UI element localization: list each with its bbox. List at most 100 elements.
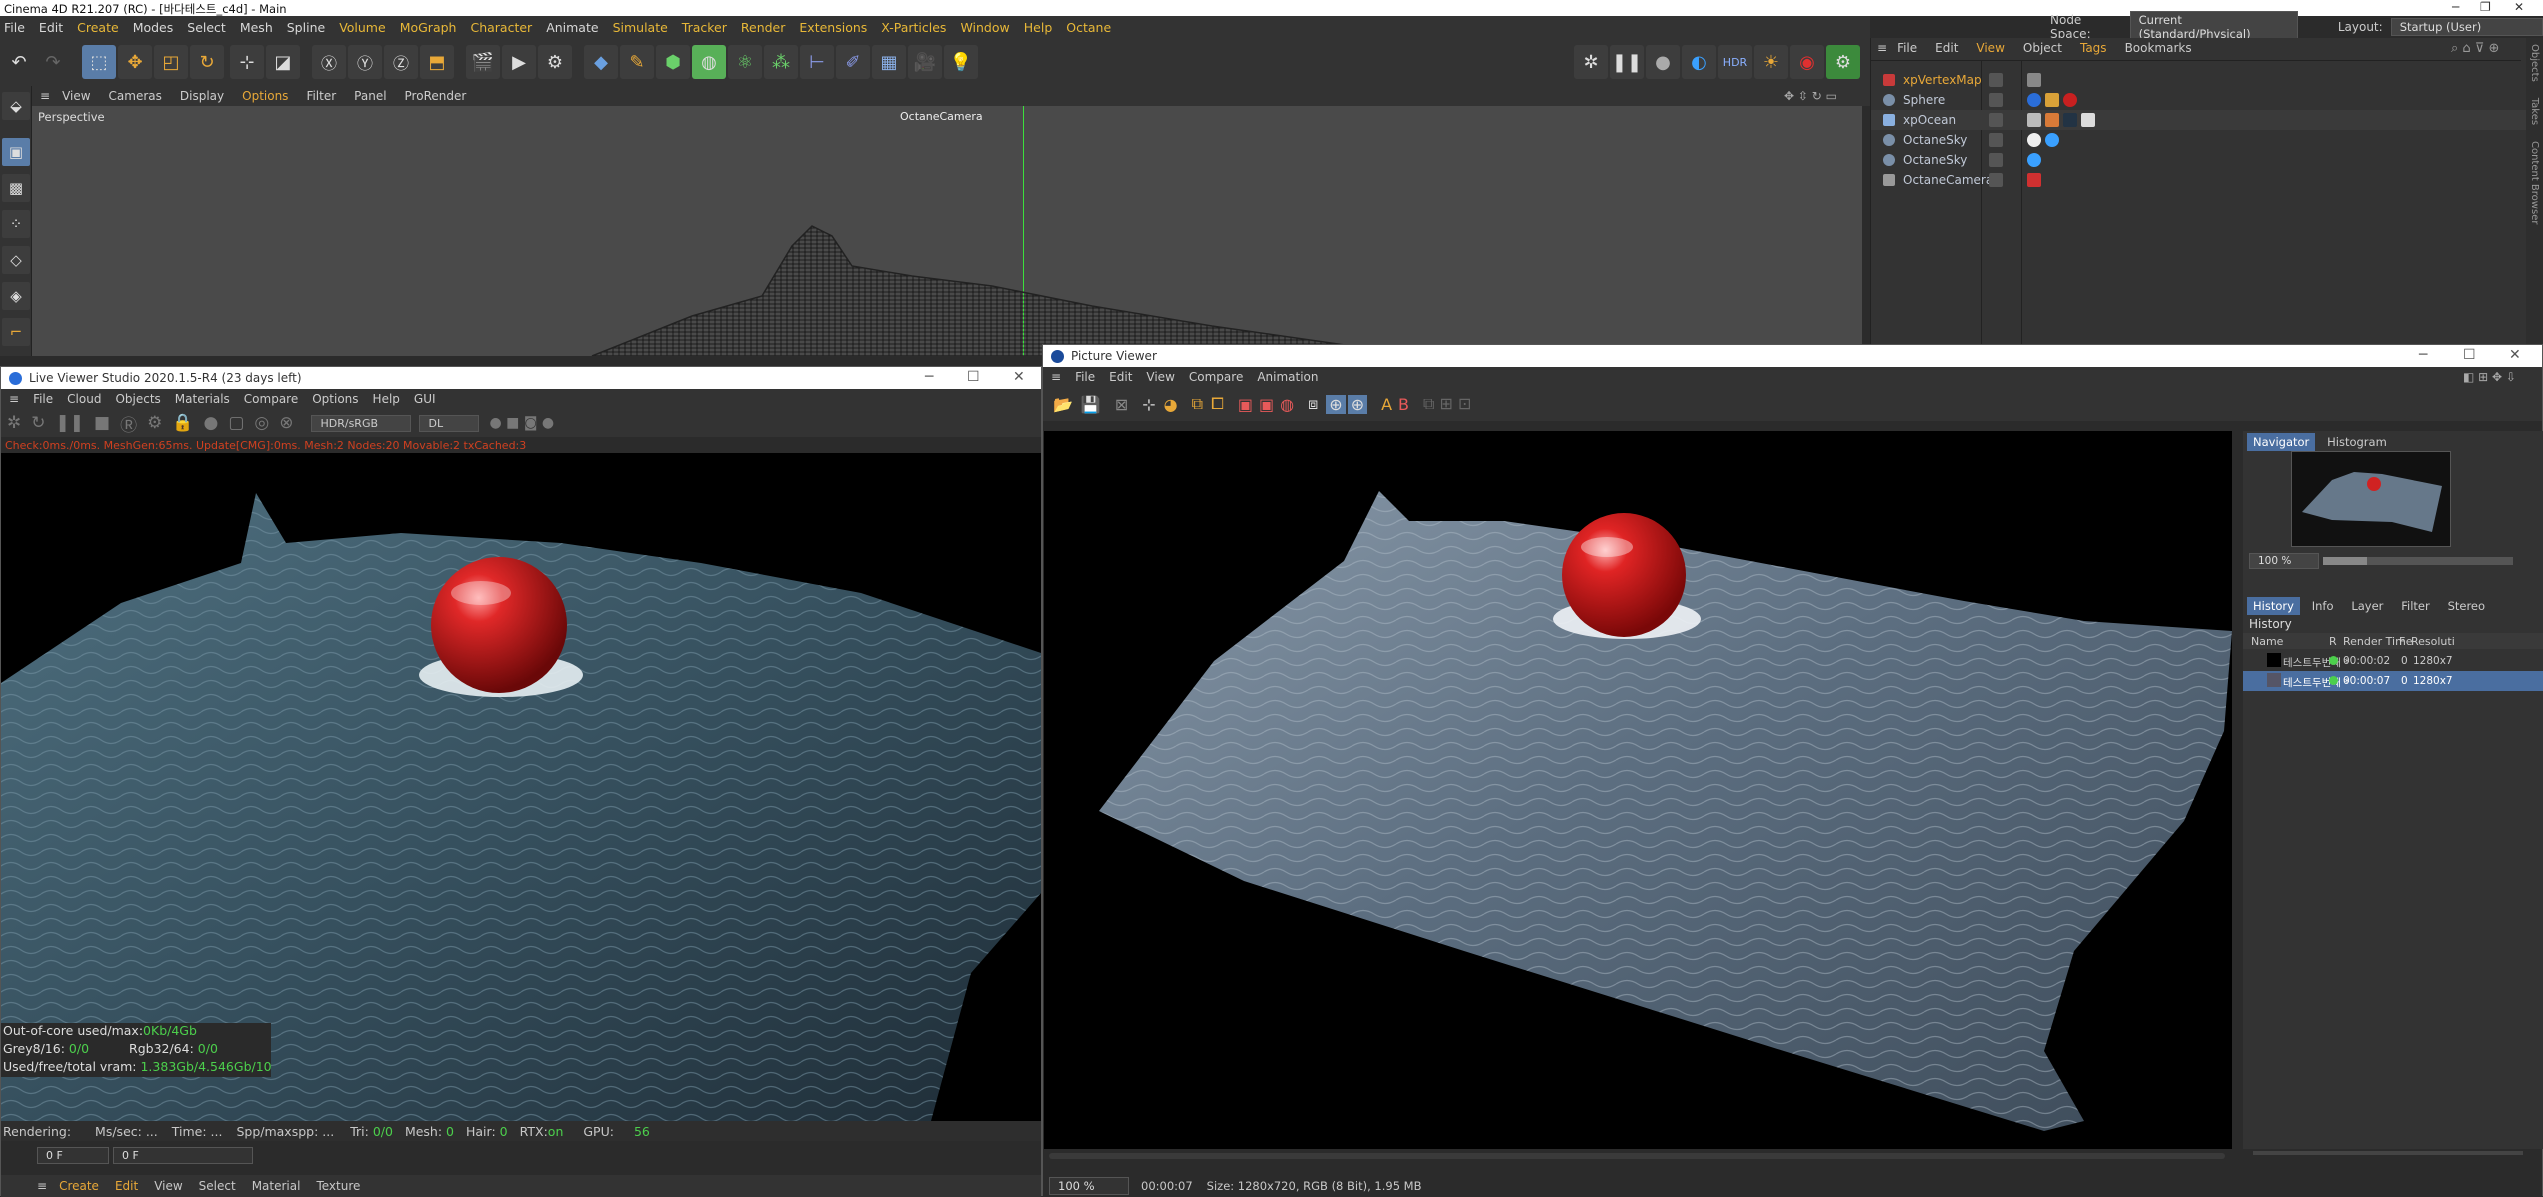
viewport-menu-view[interactable]: View [62,89,90,103]
om-menu-edit[interactable]: Edit [1935,41,1958,55]
tag-icon[interactable] [2027,173,2041,187]
tag-icon[interactable] [2027,93,2041,107]
menu-window[interactable]: Window [960,20,1009,35]
model-mode-icon[interactable]: ▣ [2,138,30,166]
picture-render-view[interactable] [1044,431,2232,1149]
object-manager-hamburger-icon[interactable]: ≡ [1877,41,1887,55]
tag-icon[interactable] [2027,73,2041,87]
menu-mograph[interactable]: MoGraph [400,20,457,35]
render-region-icon[interactable]: 🎬 [466,45,500,79]
snap-icon[interactable]: ⌐ [2,318,30,346]
minimize-icon[interactable]: ─ [2452,0,2459,14]
select-tool-icon[interactable]: ⬚ [82,45,116,79]
pv-layout-icons[interactable]: ◧ ⊞ ✥ ⇩ [2463,370,2516,384]
menu-character[interactable]: Character [470,20,532,35]
pv-menu-file[interactable]: File [1075,370,1095,384]
viewport-hamburger-icon[interactable]: ≡ [40,89,50,103]
lv-menu-compare[interactable]: Compare [244,392,298,406]
send-scene-icon[interactable]: ✲ [7,413,21,433]
viewport-menu-prorender[interactable]: ProRender [405,89,467,103]
lv-menu-help[interactable]: Help [373,392,400,406]
menu-mesh[interactable]: Mesh [240,20,273,35]
subdivision-icon[interactable]: ⬢ [656,45,690,79]
tag-icon[interactable] [2027,113,2041,127]
om-menu-object[interactable]: Object [2023,41,2062,55]
menu-x-particles[interactable]: X-Particles [881,20,946,35]
menu-file[interactable]: File [4,20,25,35]
sidebar-scrollbar[interactable] [2253,1151,2523,1155]
mograph-icon[interactable]: ⚛ [728,45,762,79]
white-balance-icon[interactable]: ⊗ [279,413,293,433]
current-frame-field[interactable]: 0 F [37,1146,109,1164]
y-axis-icon[interactable]: Ⓨ [348,45,382,79]
menu-modes[interactable]: Modes [133,20,174,35]
object-row[interactable]: OctaneCamera [1871,170,2543,190]
pv-menu-view[interactable]: View [1146,370,1174,384]
3d-viewport[interactable]: Perspective OctaneCamera [32,106,1862,356]
mm-menu-view[interactable]: View [154,1179,182,1193]
menu-octane[interactable]: Octane [1066,20,1111,35]
pause-render-icon[interactable]: ❚❚ [56,413,85,433]
deformer-icon[interactable]: ◍ [692,45,726,79]
tag-icon[interactable] [2081,113,2095,127]
octane-material-icon[interactable]: ◐ [1682,45,1716,79]
menu-extensions[interactable]: Extensions [799,20,867,35]
object-row[interactable]: Sphere [1871,90,2543,110]
cube-icon[interactable]: ◆ [584,45,618,79]
region-b-icon[interactable]: ▣ [1259,395,1274,414]
coordinate-system-icon[interactable]: ⬒ [420,45,454,79]
mm-hamburger-icon[interactable]: ≡ [37,1179,47,1193]
om-menu-tags[interactable]: Tags [2080,41,2107,55]
stop-icon[interactable]: ⊠ [1115,395,1128,414]
extra-tools-icon[interactable]: ● ■ ◙ ● [489,415,554,431]
object-row[interactable]: OctaneSky [1871,130,2543,150]
scale-tool-icon[interactable]: ◰ [154,45,188,79]
settings-icon[interactable]: ⚙ [147,413,162,433]
tab-histogram[interactable]: Histogram [2321,433,2393,451]
lv-menu-cloud[interactable]: Cloud [67,392,101,406]
channel-icon[interactable]: ⊕ [1326,394,1346,414]
region-a-icon[interactable]: ▣ [1238,395,1253,414]
octane-light-icon[interactable]: ☀ [1754,45,1788,79]
om-menu-bookmarks[interactable]: Bookmarks [2125,41,2192,55]
camera-icon[interactable]: 🎥 [908,45,942,79]
viewport-menu-cameras[interactable]: Cameras [109,89,162,103]
film-region-icon[interactable]: ▢ [228,413,244,433]
material-pick-icon[interactable]: ● [203,413,218,433]
om-menu-view[interactable]: View [1976,41,2004,55]
menu-edit[interactable]: Edit [39,20,63,35]
tab-layer[interactable]: Layer [2345,597,2389,615]
z-axis-icon[interactable]: Ⓩ [384,45,418,79]
mm-menu-material[interactable]: Material [252,1179,301,1193]
tab-history[interactable]: History [2247,597,2300,615]
lv-menu-gui[interactable]: GUI [414,392,436,406]
viewport-menu-display[interactable]: Display [180,89,224,103]
minimize-icon[interactable]: ─ [925,369,933,385]
save-icon[interactable]: 💾 [1081,395,1101,414]
viewport-menu-options[interactable]: Options [242,89,288,103]
edges-mode-icon[interactable]: ◇ [2,246,30,274]
menu-render[interactable]: Render [741,20,786,35]
pen-icon[interactable]: ✎ [620,45,654,79]
history-row[interactable]: 테스트두번째 * 00:00:07 0 1280x7 [2243,671,2543,691]
stop-render-icon[interactable]: ■ [94,413,110,433]
copy-icon[interactable]: ⧉ [1192,394,1203,414]
lv-menu-materials[interactable]: Materials [175,392,230,406]
tag-icon[interactable] [2045,93,2059,107]
tag-icon[interactable] [2045,113,2059,127]
paste-icon[interactable]: ⧠ [1211,394,1224,414]
side-tab-objects[interactable]: Objects [2529,44,2540,82]
viewport-menu-filter[interactable]: Filter [306,89,336,103]
mm-menu-edit[interactable]: Edit [115,1179,138,1193]
tag-icon[interactable] [2045,133,2059,147]
pv-menu-animation[interactable]: Animation [1257,370,1318,384]
end-frame-field[interactable]: 0 F [113,1146,253,1164]
ab-compare-icon[interactable]: ⧈ [1308,394,1318,414]
side-tab-content-browser[interactable]: Content Browser [2529,141,2540,224]
side-tab-takes[interactable]: Takes [2529,98,2540,125]
menu-create[interactable]: Create [77,20,119,35]
maximize-icon[interactable]: ☐ [2463,347,2476,363]
recent-tool-icon[interactable]: ⊹ [230,45,264,79]
mm-menu-select[interactable]: Select [199,1179,236,1193]
bend-icon[interactable]: ⊢ [800,45,834,79]
